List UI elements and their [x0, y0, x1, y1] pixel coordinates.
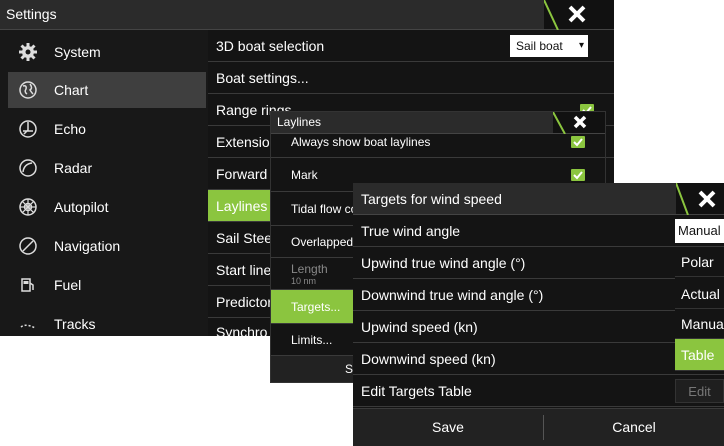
checkmark-icon	[573, 138, 583, 147]
sidebar-item-label: Radar	[54, 160, 93, 176]
settings-close-button[interactable]	[544, 0, 614, 30]
laylines-close-button[interactable]	[553, 112, 605, 134]
sidebar-item-navigation[interactable]: Navigation	[8, 228, 206, 264]
row-label: True wind angle	[361, 223, 461, 239]
laylines-titlebar: Laylines	[271, 112, 605, 134]
gear-icon	[19, 43, 37, 61]
sidebar-item-label: Echo	[54, 121, 86, 137]
laylines-row-always-show[interactable]: Always show boat laylines	[271, 134, 605, 158]
close-icon	[544, 0, 586, 30]
row-label: Downwind true wind angle (°)	[361, 287, 544, 303]
option-label: Actual	[681, 286, 720, 302]
checkbox-icon[interactable]	[571, 136, 585, 148]
row-label: Boat settings...	[216, 70, 309, 86]
save-button-label: Save	[432, 419, 464, 435]
wheel-icon	[19, 198, 37, 216]
checkmark-icon	[573, 171, 583, 180]
row-label: 3D boat selection	[216, 38, 325, 54]
track-icon	[20, 324, 36, 329]
dropdown-option-polar[interactable]: Polar	[675, 247, 724, 277]
close-icon	[553, 112, 587, 134]
sidebar-item-label: System	[54, 44, 101, 60]
row-label: Upwind speed (kn)	[361, 319, 478, 335]
edit-button[interactable]: Edit	[675, 379, 724, 403]
row-label: Upwind true wind angle (°)	[361, 255, 526, 271]
option-label: Polar	[681, 254, 714, 270]
row-label: Targets...	[291, 300, 341, 314]
edit-button-label: Edit	[688, 384, 711, 399]
dropdown-option-table[interactable]: Table	[675, 339, 724, 371]
sidebar-item-label: Chart	[54, 82, 89, 98]
fuel-pump-icon	[21, 278, 34, 292]
sidebar-item-fuel[interactable]: Fuel	[8, 267, 206, 303]
targets-row-true-wind-angle[interactable]: True wind angle	[353, 215, 724, 247]
row-label: Predictor	[216, 294, 273, 310]
compass-icon	[19, 237, 37, 255]
sonar-icon	[19, 120, 37, 138]
sidebar-item-radar[interactable]: Radar	[8, 150, 206, 186]
settings-row-3d-boat[interactable]: 3D boat selection Sail boat ▾	[208, 30, 614, 62]
row-label: Laylines	[216, 198, 268, 214]
targets-row-upwind-speed[interactable]: Upwind speed (kn)	[353, 311, 724, 343]
option-label: Table	[681, 347, 715, 363]
targets-row-downwind-speed[interactable]: Downwind speed (kn)	[353, 343, 724, 375]
targets-row-downwind-twa[interactable]: Downwind true wind angle (°)	[353, 279, 724, 311]
sidebar-item-echo[interactable]: Echo	[8, 111, 206, 147]
targets-titlebar: Targets for wind speed	[353, 183, 724, 215]
row-label: Tidal flow co	[291, 202, 358, 216]
laylines-title: Laylines	[277, 115, 322, 129]
chevron-down-icon: ▾	[578, 40, 584, 51]
dropdown-current-value: Manual	[678, 223, 721, 238]
row-label: Mark	[291, 168, 318, 182]
sidebar-item-tracks[interactable]: Tracks	[8, 306, 206, 342]
row-label: Limits...	[291, 333, 333, 347]
settings-titlebar: Settings	[0, 0, 614, 30]
sidebar-item-label: Fuel	[54, 277, 82, 293]
targets-button-bar: Save Cancel	[353, 408, 724, 446]
row-label: Synchro	[216, 324, 268, 336]
dropdown-option-actual[interactable]: Actual	[675, 279, 724, 309]
targets-title: Targets for wind speed	[361, 191, 502, 207]
true-wind-angle-dropdown[interactable]: Manual	[675, 219, 724, 243]
dropdown-option-manual[interactable]: Manual	[675, 309, 724, 339]
save-button[interactable]: Save	[353, 409, 543, 445]
cancel-button-label: Cancel	[612, 419, 656, 435]
settings-title: Settings	[6, 6, 57, 22]
sidebar-item-label: Tracks	[54, 316, 96, 332]
row-label: Sail Steer	[216, 230, 277, 246]
cancel-button[interactable]: Cancel	[544, 409, 724, 445]
row-label: Forward	[216, 166, 268, 182]
dropdown-options-list: Polar Actual Manual Table	[675, 247, 724, 371]
checkbox-icon[interactable]	[571, 169, 585, 181]
row-label: Downwind speed (kn)	[361, 351, 496, 367]
targets-dialog: Targets for wind speed True wind angle U…	[353, 183, 724, 446]
boat-select-dropdown[interactable]: Sail boat ▾	[510, 35, 588, 57]
row-label: Start line	[216, 262, 272, 278]
targets-row-upwind-twa[interactable]: Upwind true wind angle (°)	[353, 247, 724, 279]
settings-sidebar: System Chart Echo Radar Autopilot Naviga…	[0, 30, 208, 336]
radar-icon	[19, 159, 37, 177]
globe-icon	[19, 81, 37, 99]
sidebar-item-chart[interactable]: Chart	[8, 72, 206, 108]
targets-row-edit-table[interactable]: Edit Targets Table Edit	[353, 375, 724, 407]
sidebar-item-label: Navigation	[54, 238, 121, 254]
option-label: Manual	[681, 316, 724, 332]
targets-close-button[interactable]	[676, 183, 724, 215]
sidebar-item-system[interactable]: System	[8, 34, 206, 70]
row-label: Always show boat laylines	[291, 135, 431, 149]
close-icon	[676, 183, 716, 215]
boat-select-value: Sail boat	[516, 39, 563, 53]
row-label: Overlapped	[291, 235, 354, 249]
sidebar-item-label: Autopilot	[54, 199, 109, 215]
row-label: Edit Targets Table	[361, 383, 472, 399]
sidebar-item-autopilot[interactable]: Autopilot	[8, 189, 206, 225]
settings-row-boat-settings[interactable]: Boat settings...	[208, 62, 614, 94]
